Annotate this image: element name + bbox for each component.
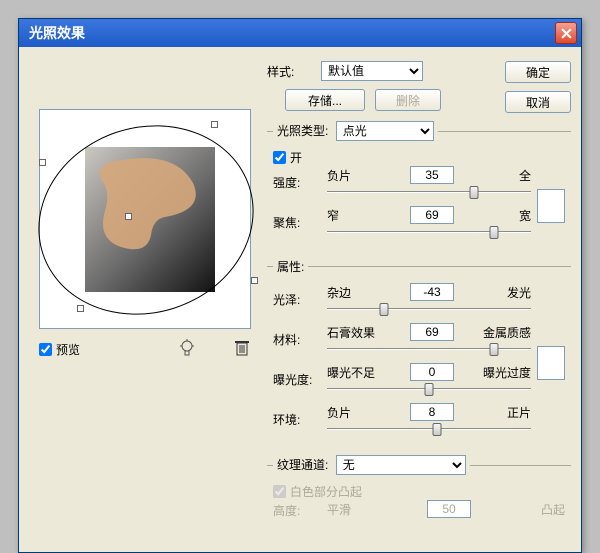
exposure-slider[interactable] [327,383,531,395]
properties-group: 属性: 光泽: 杂边 发光 [267,258,571,449]
focus-right: 宽 [481,207,531,224]
preview-check-input[interactable] [39,343,52,356]
gloss-left: 杂边 [327,284,383,301]
material-right: 金属质感 [481,324,531,341]
close-icon [561,28,572,39]
ambient-color-swatch[interactable] [537,346,565,380]
gloss-label: 光泽: [273,291,321,308]
height-label: 高度: [273,502,321,519]
ambience-input[interactable] [410,403,454,421]
cancel-button[interactable]: 取消 [505,91,571,113]
intensity-input[interactable] [410,166,454,184]
texture-group: 纹理通道: 无 白色部分凸起 高度: 平滑 凸起 [267,455,571,534]
focus-input[interactable] [410,206,454,224]
close-button[interactable] [555,22,577,44]
delete-button: 删除 [375,89,441,111]
style-select[interactable]: 默认值 [321,61,423,81]
focus-slider[interactable] [327,226,531,238]
texture-legend: 纹理通道: [277,458,328,472]
exposure-label: 曝光度: [273,371,321,388]
gloss-slider[interactable] [327,303,531,315]
light-on-input[interactable] [273,151,286,164]
light-type-select[interactable]: 点光 [336,121,434,141]
ambience-left: 负片 [327,404,383,421]
intensity-right: 全 [481,167,531,184]
material-slider[interactable] [327,343,531,355]
titlebar: 光照效果 [19,19,581,47]
light-handle[interactable] [251,277,258,284]
gloss-input[interactable] [410,283,454,301]
white-high-input [273,485,286,498]
light-on-label: 开 [290,149,302,166]
light-handle[interactable] [211,121,218,128]
focus-left: 窄 [327,207,383,224]
save-button[interactable]: 存储... [285,89,365,111]
preview-box[interactable] [39,109,251,329]
intensity-slider[interactable] [327,186,531,198]
intensity-left: 负片 [327,167,383,184]
material-label: 材料: [273,331,321,348]
ambience-slider[interactable] [327,423,531,435]
light-on-checkbox[interactable]: 开 [273,149,565,166]
dialog-title: 光照效果 [29,23,555,43]
height-right: 凸起 [515,501,565,518]
ambience-label: 环境: [273,411,321,428]
properties-legend: 属性: [273,258,308,275]
height-input [427,500,471,518]
lightbulb-icon[interactable] [179,339,195,360]
light-color-swatch[interactable] [537,189,565,223]
preview-checkbox[interactable]: 预览 [39,341,179,358]
light-handle[interactable] [39,159,46,166]
material-left: 石膏效果 [327,324,383,341]
white-high-checkbox: 白色部分凸起 [273,483,565,500]
exposure-right: 曝光过度 [481,364,531,381]
exposure-input[interactable] [410,363,454,381]
light-type-legend: 光照类型: [277,124,328,138]
white-high-label: 白色部分凸起 [290,483,362,500]
trash-icon[interactable] [235,340,249,359]
light-center-handle[interactable] [125,213,132,220]
height-left: 平滑 [327,501,383,518]
exposure-left: 曝光不足 [327,364,383,381]
material-input[interactable] [410,323,454,341]
style-label: 样式: [267,63,315,80]
ok-button[interactable]: 确定 [505,61,571,83]
texture-select[interactable]: 无 [336,455,466,475]
preview-label: 预览 [56,341,80,358]
focus-label: 聚焦: [273,214,321,231]
light-type-group: 光照类型: 点光 开 强度: 负片 [267,121,571,252]
light-handle[interactable] [77,305,84,312]
intensity-label: 强度: [273,174,321,191]
gloss-right: 发光 [481,284,531,301]
lighting-effects-dialog: 光照效果 [18,18,582,553]
light-ellipse[interactable] [14,98,279,342]
ambience-right: 正片 [481,404,531,421]
